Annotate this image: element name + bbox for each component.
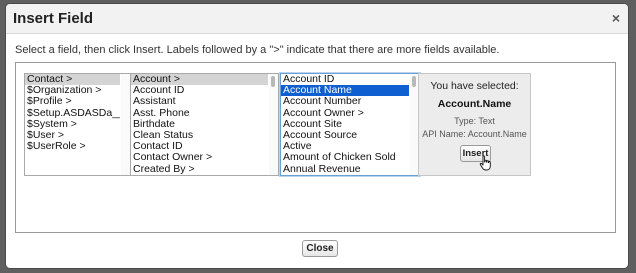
insert-field-dialog: Insert Field × Select a field, then clic… — [5, 3, 629, 269]
account-fields-listbox[interactable]: Account ID Account Name Account Number Acco… — [280, 73, 420, 176]
hand-cursor-icon — [479, 155, 491, 171]
close-button[interactable]: Close — [302, 240, 338, 257]
list-item[interactable]: $Profile > — [25, 96, 120, 107]
close-icon[interactable]: × — [612, 10, 620, 26]
list-item[interactable]: Amount of Chicken Sold — [281, 152, 409, 163]
list-item[interactable]: Assistant — [131, 96, 268, 107]
selected-field-name: Account.Name — [437, 98, 512, 110]
object-list-scrollbar[interactable] — [121, 74, 130, 175]
contact-fields-scrollbar[interactable] — [269, 74, 278, 175]
list-item[interactable]: Created By > — [131, 163, 268, 175]
list-item[interactable]: Account Number — [281, 96, 409, 107]
contact-fields-scroll-thumb[interactable] — [271, 76, 275, 87]
selected-label: You have selected: — [430, 80, 519, 92]
selected-field-api-name: API Name: Account.Name — [422, 129, 527, 139]
selected-field-type: Type: Text — [454, 116, 495, 126]
dialog-titlebar: Insert Field × — [6, 4, 628, 34]
list-item[interactable]: $UserRole > — [25, 141, 120, 152]
account-fields-scroll-thumb[interactable] — [412, 76, 416, 87]
list-item[interactable]: Contact Owner > — [131, 152, 268, 163]
instructions-text: Select a field, then click Insert. Label… — [15, 44, 500, 56]
list-item[interactable]: Annual Revenue — [281, 163, 409, 175]
field-picker-area: Contact > $Organization > $Profile > $Setup… — [15, 62, 616, 233]
contact-fields-listbox[interactable]: Account > Account ID Assistant Asst. Phone B… — [130, 73, 279, 176]
selection-info-panel: You have selected: Account.Name Type: Te… — [418, 73, 531, 176]
object-listbox[interactable]: Contact > $Organization > $Profile > $Setup… — [24, 73, 131, 176]
dialog-title: Insert Field — [13, 10, 94, 27]
